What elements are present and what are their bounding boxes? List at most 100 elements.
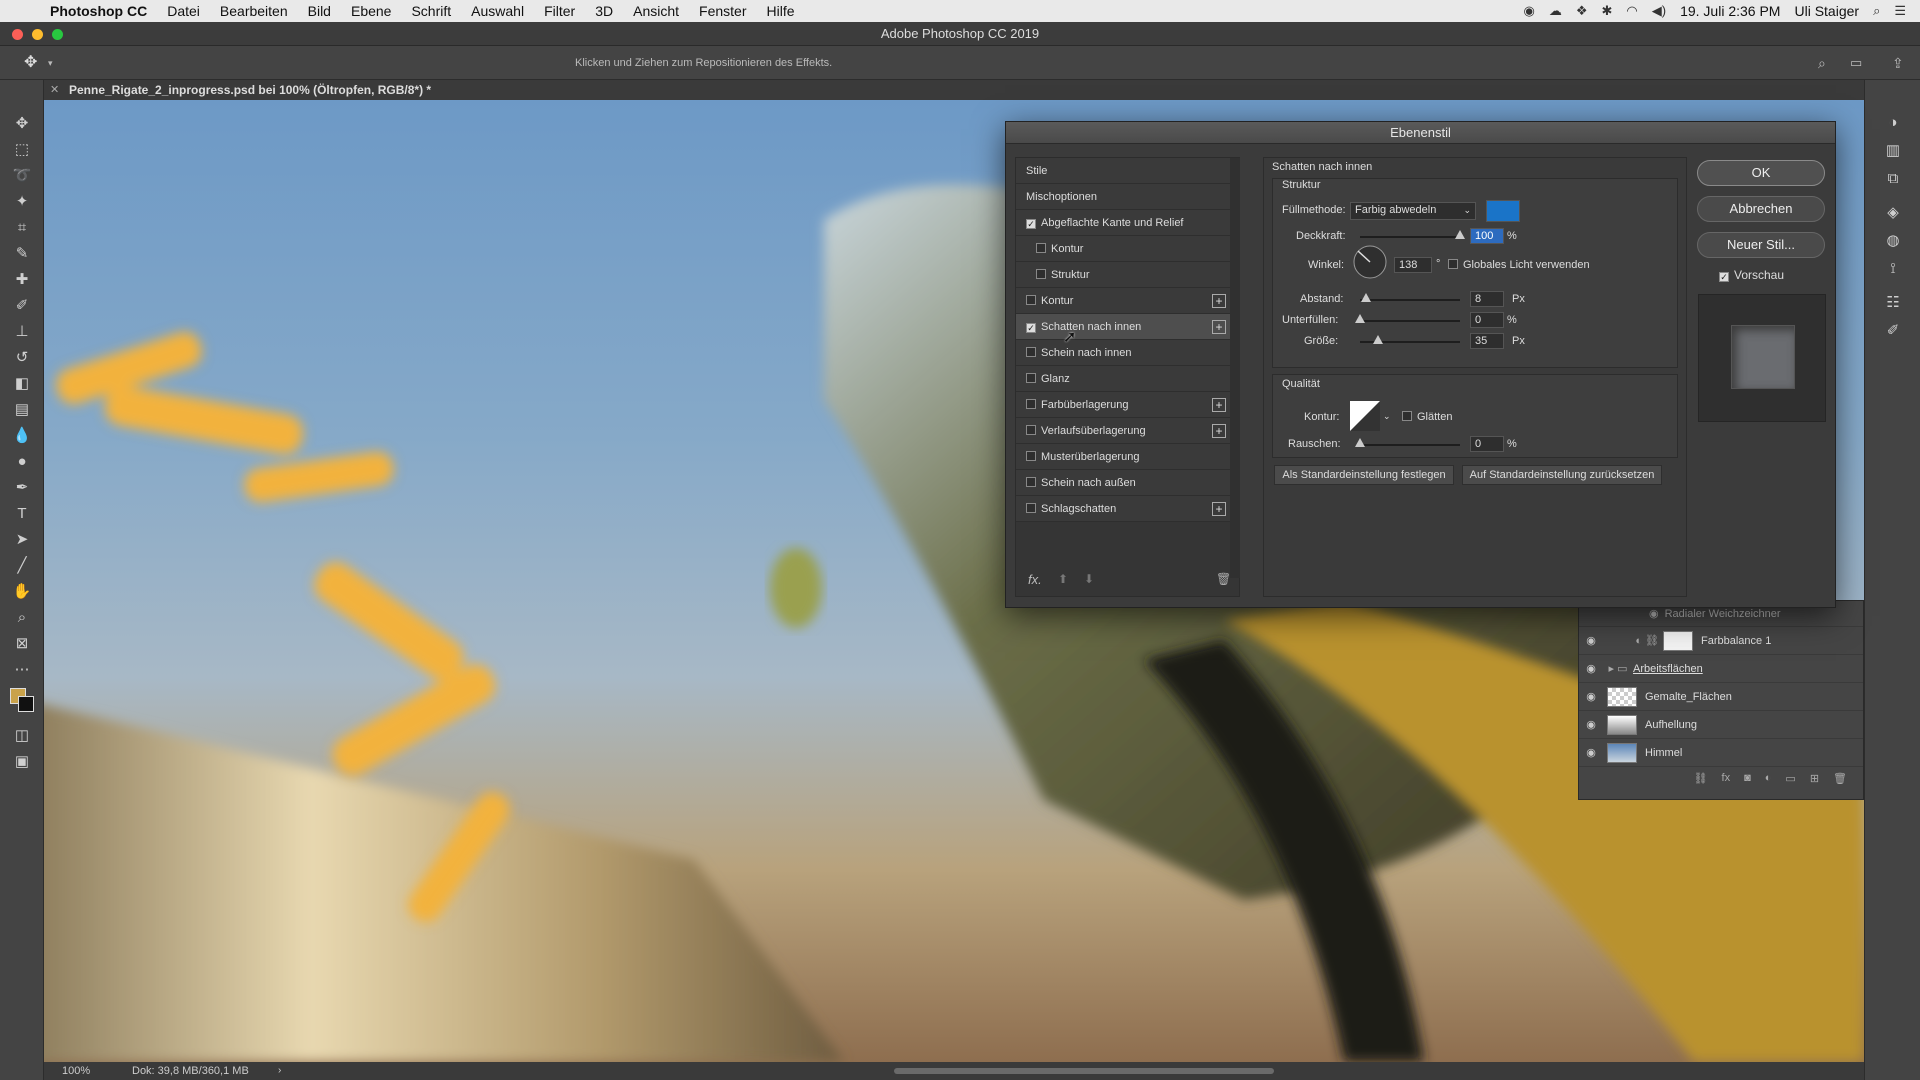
new-layer-icon[interactable]: ⊞ bbox=[1810, 772, 1819, 785]
group-icon[interactable]: ▭ bbox=[1785, 772, 1795, 785]
layer-row[interactable]: ◉ Himmel bbox=[1579, 739, 1863, 767]
dodge-tool[interactable]: ● bbox=[0, 448, 44, 474]
artboard-tool[interactable]: ⊠ bbox=[0, 630, 44, 656]
checkbox-checked-icon[interactable]: ✓ bbox=[1719, 272, 1729, 282]
preview-option[interactable]: ✓ Vorschau bbox=[1719, 268, 1784, 282]
angle-input[interactable]: 138 bbox=[1394, 257, 1432, 273]
layer-name[interactable]: Arbeitsflächen bbox=[1633, 663, 1703, 675]
checkbox-icon[interactable] bbox=[1026, 347, 1036, 357]
document-size[interactable]: Dok: 39,8 MB/360,1 MB bbox=[132, 1062, 249, 1080]
brush-tool[interactable]: ✐ bbox=[0, 292, 44, 318]
fx-icon[interactable]: fx. bbox=[1028, 572, 1042, 587]
pen-tool[interactable]: ✒ bbox=[0, 474, 44, 500]
trash-icon[interactable]: 🗑 bbox=[1833, 772, 1847, 785]
choke-slider-knob[interactable] bbox=[1355, 314, 1365, 323]
opacity-slider-knob[interactable] bbox=[1455, 230, 1465, 239]
adjustments-panel-icon[interactable]: ☷ bbox=[1865, 288, 1920, 316]
marquee-tool[interactable]: ⬚ bbox=[0, 136, 44, 162]
layer-name[interactable]: Himmel bbox=[1645, 747, 1682, 759]
style-stroke[interactable]: Kontur + bbox=[1016, 288, 1230, 314]
lasso-tool[interactable]: ➰ bbox=[0, 162, 44, 188]
history-brush-tool[interactable]: ↺ bbox=[0, 344, 44, 370]
layer-row[interactable]: ◉ Aufhellung bbox=[1579, 711, 1863, 739]
new-style-button[interactable]: Neuer Stil... bbox=[1697, 232, 1825, 258]
eye-icon[interactable]: ◉ bbox=[1649, 607, 1659, 620]
add-effect-icon[interactable]: + bbox=[1212, 398, 1226, 412]
checkbox-icon[interactable] bbox=[1036, 243, 1046, 253]
noise-input[interactable]: 0 bbox=[1470, 436, 1504, 452]
zoom-level[interactable]: 100% bbox=[62, 1062, 90, 1080]
menu-3d[interactable]: 3D bbox=[585, 3, 623, 19]
brushes-panel-icon[interactable]: ✐ bbox=[1865, 316, 1920, 344]
menu-auswahl[interactable]: Auswahl bbox=[461, 3, 534, 19]
checkbox-icon[interactable] bbox=[1026, 399, 1036, 409]
antialias-option[interactable]: Glätten bbox=[1402, 411, 1452, 423]
clock[interactable]: 19. Juli 2:36 PM bbox=[1680, 3, 1780, 19]
move-up-icon[interactable]: ⬆ bbox=[1058, 572, 1068, 586]
search-icon[interactable]: ⌕ bbox=[1818, 46, 1826, 80]
style-pattern-overlay[interactable]: Musterüberlagerung bbox=[1016, 444, 1230, 470]
chevron-down-icon[interactable]: ⌄ bbox=[1383, 411, 1391, 422]
style-satin[interactable]: Glanz bbox=[1016, 366, 1230, 392]
move-tool[interactable]: ✥ bbox=[0, 110, 44, 136]
close-window-icon[interactable] bbox=[12, 29, 23, 40]
distance-slider-knob[interactable] bbox=[1361, 293, 1371, 302]
menu-ebene[interactable]: Ebene bbox=[341, 3, 401, 19]
menu-schrift[interactable]: Schrift bbox=[401, 3, 461, 19]
checkbox-icon[interactable] bbox=[1026, 295, 1036, 305]
choke-input[interactable]: 0 bbox=[1470, 312, 1504, 328]
gradient-tool[interactable]: ▤ bbox=[0, 396, 44, 422]
move-down-icon[interactable]: ⬇ bbox=[1084, 572, 1094, 586]
chevron-down-icon[interactable]: ▾ bbox=[48, 46, 53, 80]
layer-name[interactable]: Aufhellung bbox=[1645, 719, 1697, 731]
menu-filter[interactable]: Filter bbox=[534, 3, 585, 19]
zoom-tool[interactable]: ⌕ bbox=[0, 604, 44, 630]
user-name[interactable]: Uli Staiger bbox=[1794, 3, 1859, 19]
checkbox-icon[interactable] bbox=[1026, 503, 1036, 513]
close-tab-icon[interactable]: ✕ bbox=[50, 80, 59, 100]
eye-icon[interactable]: ◉ bbox=[1579, 634, 1603, 647]
checkbox-icon[interactable] bbox=[1026, 451, 1036, 461]
style-color-overlay[interactable]: Farbüberlagerung + bbox=[1016, 392, 1230, 418]
spotlight-icon[interactable]: ⌕ bbox=[1873, 3, 1880, 19]
folder-icon[interactable]: ▸ ▭ bbox=[1603, 662, 1633, 675]
type-tool[interactable]: T bbox=[0, 500, 44, 526]
checkbox-checked-icon[interactable]: ✓ bbox=[1026, 323, 1036, 333]
checkbox-icon[interactable] bbox=[1036, 269, 1046, 279]
eye-icon[interactable]: ◉ bbox=[1579, 718, 1603, 731]
path-selection-tool[interactable]: ➤ bbox=[0, 526, 44, 552]
eraser-tool[interactable]: ◧ bbox=[0, 370, 44, 396]
menu-fenster[interactable]: Fenster bbox=[689, 3, 756, 19]
global-light-option[interactable]: Globales Licht verwenden bbox=[1448, 259, 1590, 271]
stamp-tool[interactable]: ⊥ bbox=[0, 318, 44, 344]
menu-datei[interactable]: Datei bbox=[157, 3, 210, 19]
quick-mask-icon[interactable]: ◫ bbox=[0, 722, 44, 748]
libraries-panel-icon[interactable]: ⧉ bbox=[1865, 164, 1920, 192]
reset-default-button[interactable]: Auf Standardeinstellung zurücksetzen bbox=[1462, 465, 1662, 485]
document-tab[interactable]: Penne_Rigate_2_inprogress.psd bei 100% (… bbox=[69, 80, 431, 100]
choke-slider-track[interactable] bbox=[1360, 320, 1460, 322]
background-color[interactable] bbox=[18, 696, 34, 712]
add-effect-icon[interactable]: + bbox=[1212, 424, 1226, 438]
layer-row[interactable]: ◉ Gemalte_Flächen bbox=[1579, 683, 1863, 711]
horizontal-scrollbar[interactable] bbox=[894, 1068, 1274, 1074]
properties-panel-icon[interactable]: ▥ bbox=[1865, 136, 1920, 164]
menu-bild[interactable]: Bild bbox=[298, 3, 341, 19]
angle-dial[interactable] bbox=[1352, 244, 1388, 280]
add-effect-icon[interactable]: + bbox=[1212, 294, 1226, 308]
add-effect-icon[interactable]: + bbox=[1212, 320, 1226, 334]
shadow-color-swatch[interactable] bbox=[1486, 200, 1520, 222]
size-slider-knob[interactable] bbox=[1373, 335, 1383, 344]
layers-panel-icon[interactable]: ◈ bbox=[1865, 198, 1920, 226]
menu-app[interactable]: Photoshop CC bbox=[40, 3, 157, 19]
chevron-right-icon[interactable]: › bbox=[278, 1062, 281, 1080]
contour-picker[interactable] bbox=[1350, 401, 1380, 431]
checkbox-checked-icon[interactable]: ✓ bbox=[1026, 219, 1036, 229]
zoom-window-icon[interactable] bbox=[52, 29, 63, 40]
fx-icon[interactable]: fx bbox=[1722, 772, 1731, 784]
ok-button[interactable]: OK bbox=[1697, 160, 1825, 186]
mask-icon[interactable]: ◙ bbox=[1744, 772, 1751, 784]
screen-mode-icon[interactable]: ▣ bbox=[0, 748, 44, 774]
magic-wand-tool[interactable]: ✦ bbox=[0, 188, 44, 214]
checkbox-icon[interactable] bbox=[1026, 373, 1036, 383]
